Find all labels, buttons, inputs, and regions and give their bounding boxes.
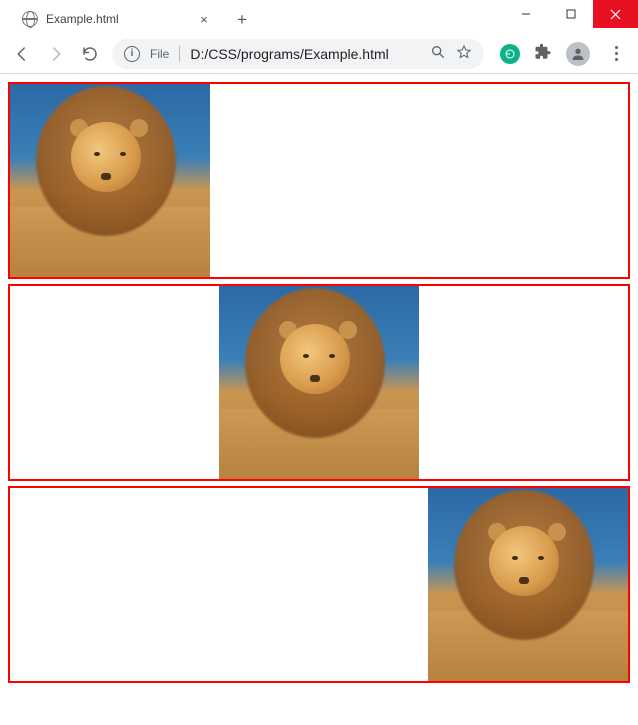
back-button[interactable] [10,42,34,66]
tab-strip: Example.html × + [0,0,503,34]
page-viewport [0,74,638,725]
extension-icon[interactable] [500,44,520,64]
browser-toolbar: i File D:/CSS/programs/Example.html [0,34,638,74]
maximize-button[interactable] [548,0,593,28]
reload-button[interactable] [78,42,102,66]
kebab-icon [615,46,618,61]
separator-icon [179,46,180,62]
url-scheme: File [150,47,169,61]
toolbar-actions [494,42,628,66]
url-text: D:/CSS/programs/Example.html [190,46,420,62]
titlebar: Example.html × + [0,0,638,34]
site-info-icon[interactable]: i [124,46,140,62]
bordered-box-center [8,284,630,481]
globe-icon [22,11,38,27]
lion-image [428,488,628,681]
bordered-box-right [8,486,630,683]
zoom-icon[interactable] [430,44,446,63]
lion-image [10,84,210,277]
forward-button[interactable] [44,42,68,66]
close-tab-button[interactable]: × [196,11,212,27]
lion-image [219,286,419,479]
menu-button[interactable] [604,42,628,66]
new-tab-button[interactable]: + [228,6,256,34]
close-window-button[interactable] [593,0,638,28]
bookmark-star-icon[interactable] [456,44,472,63]
bordered-box-left [8,82,630,279]
address-bar[interactable]: i File D:/CSS/programs/Example.html [112,39,484,69]
tab-title: Example.html [46,12,188,26]
minimize-button[interactable] [503,0,548,28]
extensions-puzzle-icon[interactable] [534,43,552,64]
profile-avatar[interactable] [566,42,590,66]
browser-tab[interactable]: Example.html × [12,4,222,34]
window-controls [503,0,638,28]
